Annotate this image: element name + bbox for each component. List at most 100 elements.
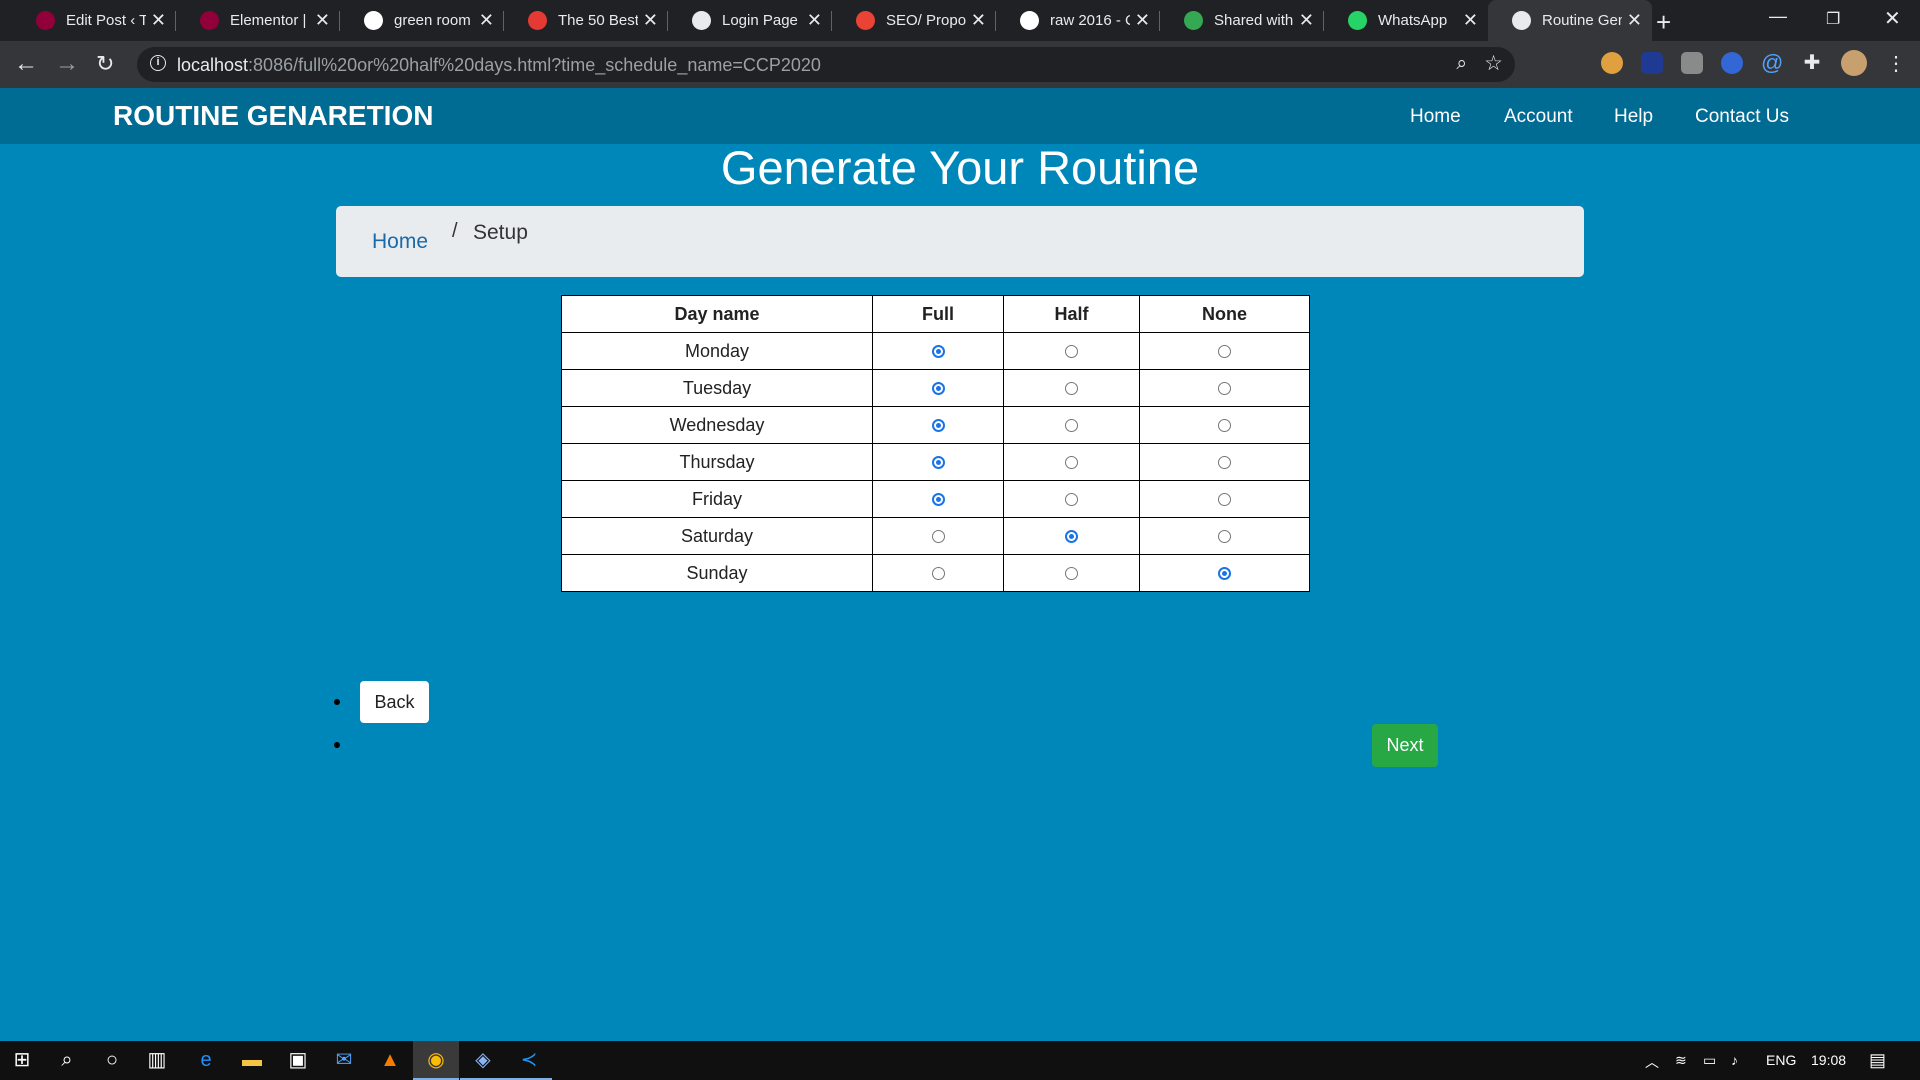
tab-title: Routine Gen [1542,12,1622,29]
windows-start-icon[interactable]: ⊞ [10,1048,34,1072]
radio-full[interactable] [931,345,945,359]
option-cell-half [1003,443,1140,481]
browser-tab[interactable]: green room ✕ [340,0,504,41]
restore-button[interactable]: ❐ [1826,9,1840,29]
cookie-extension-icon[interactable] [1601,52,1623,74]
tab-title: WhatsApp [1378,12,1448,29]
extension-icon[interactable] [1681,52,1703,74]
browser-tab[interactable]: Login Page ✕ [668,0,832,41]
nav-home-link[interactable]: Home [1410,106,1461,128]
clock-time[interactable]: 19:08 [1811,1052,1846,1068]
radio-full[interactable] [931,456,945,470]
radio-none[interactable] [1218,456,1231,470]
option-cell-none [1139,480,1310,518]
browser-tab[interactable]: Edit Post ‹ To ✕ [12,0,176,41]
radio-half[interactable] [1065,530,1078,544]
language-indicator[interactable]: ENG [1766,1052,1796,1068]
back-nav-icon[interactable]: ← [14,50,38,78]
store-icon[interactable]: ▣ [286,1048,310,1072]
radio-full[interactable] [931,382,945,396]
new-tab-button[interactable]: + [1656,7,1671,38]
radio-full[interactable] [931,419,945,433]
next-button[interactable]: Next [1372,724,1438,767]
tab-close-icon[interactable]: ✕ [971,11,986,30]
tab-close-icon[interactable]: ✕ [1627,11,1642,30]
brand-title[interactable]: ROUTINE GENARETION [113,100,433,132]
chrome-icon[interactable]: ◉ [424,1048,448,1072]
radio-half[interactable] [1065,345,1078,359]
at-extension-icon[interactable]: @ [1761,52,1783,74]
search-extension-icon[interactable] [1721,52,1743,74]
app-icon[interactable]: ◈ [471,1048,495,1072]
edge-icon[interactable]: e [194,1048,218,1072]
battery-icon[interactable]: ▭ [1703,1052,1716,1069]
nav-account-link[interactable]: Account [1504,106,1573,128]
radio-full[interactable] [931,530,945,544]
tab-close-icon[interactable]: ✕ [479,11,494,30]
browser-tab[interactable]: Elementor | T ✕ [176,0,340,41]
browser-tab[interactable]: Routine Gen ✕ [1488,0,1652,41]
nav-help-link[interactable]: Help [1614,106,1653,128]
radio-half[interactable] [1065,456,1078,470]
radio-half[interactable] [1065,493,1078,507]
breadcrumb-home-link[interactable]: Home [372,230,428,254]
radio-none[interactable] [1218,530,1231,544]
tab-close-icon[interactable]: ✕ [1299,11,1314,30]
radio-half[interactable] [1065,567,1078,581]
browser-tab[interactable]: Shared with ✕ [1160,0,1324,41]
radio-none[interactable] [1218,419,1231,433]
radio-none[interactable] [1218,567,1231,581]
vlc-icon[interactable]: ▲ [378,1048,402,1072]
radio-none[interactable] [1218,382,1231,396]
profile-avatar[interactable] [1841,50,1867,76]
wifi-icon[interactable]: ≋ [1675,1052,1687,1069]
chrome-menu-icon[interactable]: ⋮ [1886,50,1906,78]
day-name-cell: Thursday [561,443,873,481]
tab-close-icon[interactable]: ✕ [315,11,330,30]
browser-tab[interactable]: raw 2016 - C ✕ [996,0,1160,41]
site-info-icon[interactable]: i [150,55,166,71]
browser-tab[interactable]: WhatsApp ✕ [1324,0,1488,41]
puzzle-extensions-icon[interactable]: ✚ [1801,52,1823,74]
browser-tab[interactable]: SEO/ Propos ✕ [832,0,996,41]
back-button[interactable]: Back [360,681,429,723]
vscode-icon[interactable]: ≺ [517,1048,541,1072]
list-bullet [334,742,340,748]
nav-contact-link[interactable]: Contact Us [1695,106,1789,128]
tab-close-icon[interactable]: ✕ [151,11,166,30]
tab-close-icon[interactable]: ✕ [807,11,822,30]
radio-half[interactable] [1065,382,1078,396]
radio-none[interactable] [1218,345,1231,359]
browser-tab-strip: Edit Post ‹ To ✕ Elementor | T ✕ green room ✕… [0,0,1920,41]
file-explorer-icon[interactable]: ▬ [240,1048,264,1072]
browser-tab[interactable]: The 50 Best ✕ [504,0,668,41]
mail-icon[interactable]: ✉ [332,1048,356,1072]
window-close-button[interactable]: ✕ [1884,6,1901,31]
reload-icon[interactable]: ↻ [96,50,114,78]
cortana-icon[interactable]: ○ [100,1048,124,1072]
radio-full[interactable] [931,567,945,581]
address-bar[interactable]: i localhost:8086/full%20or%20half%20days… [137,47,1515,82]
notifications-icon[interactable]: ▤ [1869,1050,1886,1071]
zoom-icon[interactable]: ⌕ [1456,53,1467,75]
tab-close-icon[interactable]: ✕ [643,11,658,30]
url-host: localhost [177,55,249,75]
forward-nav-icon[interactable]: → [55,50,79,78]
extension-icon[interactable] [1641,52,1663,74]
search-icon[interactable]: ⌕ [55,1048,79,1072]
volume-icon[interactable]: ♪ [1731,1052,1738,1068]
globe-icon [692,11,711,30]
bookmark-star-icon[interactable]: ☆ [1484,51,1503,76]
minimize-button[interactable]: — [1769,6,1787,27]
radio-full[interactable] [931,493,945,507]
whatsapp-icon [1348,11,1367,30]
radio-half[interactable] [1065,419,1078,433]
option-cell-half [1003,554,1140,592]
tray-chevron-icon[interactable]: ︿ [1645,1052,1659,1072]
task-view-icon[interactable]: ▥ [145,1048,169,1072]
tab-close-icon[interactable]: ✕ [1135,11,1150,30]
day-name-cell: Monday [561,332,873,370]
radio-none[interactable] [1218,493,1231,507]
app-header: ROUTINE GENARETION Home Account Help Con… [0,88,1920,144]
tab-close-icon[interactable]: ✕ [1463,11,1478,30]
